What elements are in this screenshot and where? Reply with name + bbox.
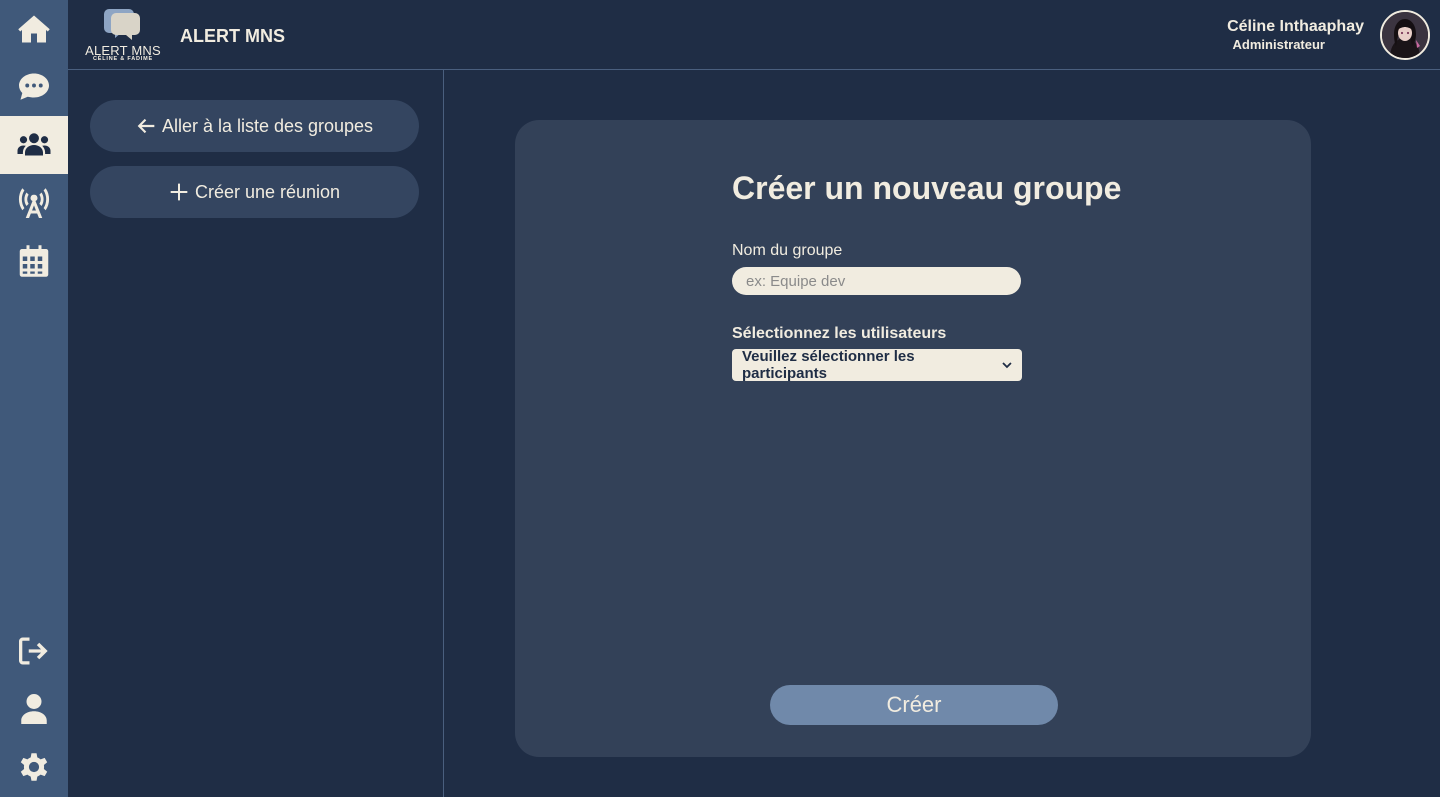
avatar-image	[1382, 12, 1428, 58]
broadcast-icon	[18, 188, 50, 218]
logo-subtitle: CÉLINE & FADIME	[93, 56, 153, 62]
avatar[interactable]	[1380, 10, 1430, 60]
rail-home[interactable]	[0, 0, 68, 58]
user-name: Céline Inthaaphay	[1227, 18, 1364, 35]
create-meeting-button[interactable]: Créer une réunion	[90, 166, 419, 218]
participants-select[interactable]: Veuillez sélectionner les participants	[732, 348, 1022, 382]
group-name-label: Nom du groupe	[732, 242, 843, 259]
page-title: Créer un nouveau groupe	[732, 170, 1122, 206]
icon-rail	[0, 0, 68, 797]
app-title: ALERT MNS	[180, 26, 285, 46]
back-to-groups-label: Aller à la liste des groupes	[161, 115, 374, 136]
top-header: ALERT MNS CÉLINE & FADIME ALERT MNS Céli…	[68, 0, 1440, 70]
app-logo[interactable]: ALERT MNS CÉLINE & FADIME	[85, 6, 161, 64]
rail-broadcast[interactable]	[0, 174, 68, 232]
back-to-groups-button[interactable]: Aller à la liste des groupes	[90, 100, 419, 152]
group-name-input[interactable]	[732, 267, 1021, 295]
user-icon	[21, 694, 47, 724]
chat-bubbles-logo-icon	[104, 9, 140, 40]
rail-settings[interactable]	[0, 738, 68, 796]
user-role: Administrateur	[1232, 37, 1325, 52]
chevron-down-icon	[1002, 362, 1012, 369]
rail-chat[interactable]	[0, 58, 68, 116]
home-icon	[18, 15, 50, 43]
create-group-card: Créer un nouveau groupe Nom du groupe Sé…	[515, 120, 1311, 757]
participants-select-value: Veuillez sélectionner les participants	[742, 348, 915, 382]
rail-profile[interactable]	[0, 680, 68, 738]
logout-icon	[19, 637, 48, 665]
rail-logout[interactable]	[0, 622, 68, 680]
chat-icon	[19, 73, 49, 100]
gear-icon	[20, 753, 48, 781]
plus-icon	[170, 183, 188, 201]
users-icon	[17, 133, 51, 156]
arrow-left-icon	[137, 118, 155, 134]
side-panel: Aller à la liste des groupes Créer une r…	[68, 70, 444, 797]
create-meeting-label: Créer une réunion	[194, 181, 341, 202]
rail-groups[interactable]	[0, 116, 68, 174]
select-users-label: Sélectionnez les utilisateurs	[732, 325, 947, 342]
rail-calendar[interactable]	[0, 232, 68, 290]
create-button[interactable]: Créer	[770, 685, 1058, 725]
calendar-icon	[19, 245, 49, 277]
